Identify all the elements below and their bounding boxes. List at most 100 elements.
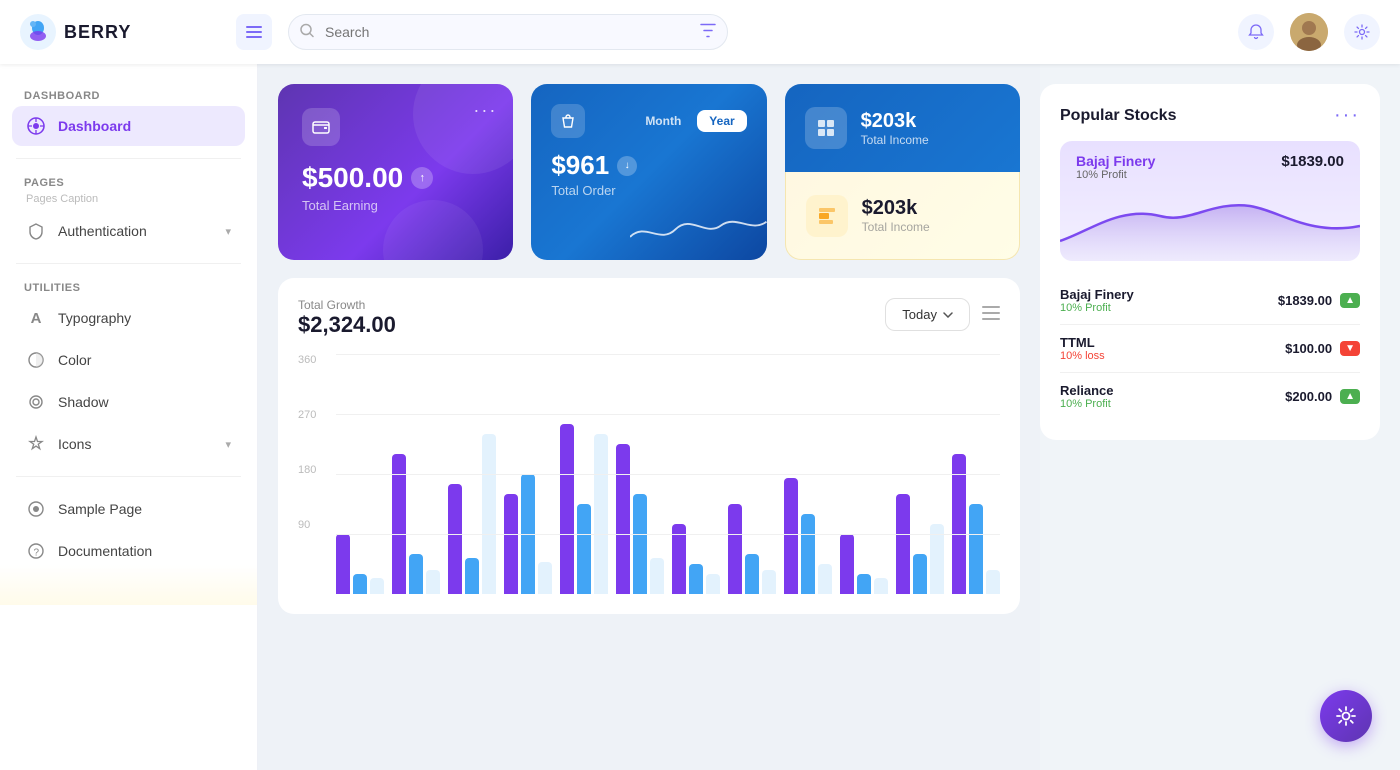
avatar[interactable] [1290,13,1328,51]
stocks-title: Popular Stocks [1060,107,1176,125]
top-cards-row: ··· $500.00 ↑ Total Earning [278,84,1020,260]
sidebar-item-sample-page[interactable]: Sample Page [12,489,245,529]
bar-light-2 [482,434,496,594]
bell-icon [1248,24,1264,40]
sidebar-item-shadow[interactable]: Shadow [12,382,245,422]
bar-light-10 [930,524,944,594]
typography-icon: A [26,308,46,328]
featured-stock-chart: Bajaj Finery 10% Profit $1839.00 [1060,141,1360,261]
stock-reliance-info: Reliance 10% Profit [1060,383,1113,410]
settings-button[interactable] [1344,14,1380,50]
sidebar-item-color[interactable]: Color [12,340,245,380]
bar-purple-5 [616,444,630,594]
sidebar-icons-label: Icons [58,436,91,452]
stocks-more-button[interactable]: ··· [1334,104,1360,127]
fab-settings[interactable] [1320,690,1372,742]
sidebar-sample-page-label: Sample Page [58,501,142,517]
order-wave-chart [630,199,766,260]
color-icon [26,350,46,370]
shadow-icon [26,392,46,412]
icons-chevron: ▾ [225,438,231,451]
sidebar-color-label: Color [58,352,91,368]
chart-y-axis: 360 270 180 90 [298,354,330,574]
card-more-button[interactable]: ··· [473,100,497,121]
bar-group-3 [504,354,552,594]
sidebar-item-icons[interactable]: Icons ▾ [12,424,245,464]
bar-blue-2 [465,558,479,594]
card-order-top: Month Year [551,104,746,138]
sample-page-icon [26,499,46,519]
bar-blue-9 [857,574,871,594]
bar-blue-8 [801,514,815,594]
dashboard-icon [26,116,46,136]
fab-gear-icon [1335,705,1357,727]
header: BERRY [0,0,1400,64]
bar-blue-1 [409,554,423,594]
bag-icon [559,112,577,130]
income-bottom-icon [806,195,848,237]
sidebar-item-dashboard-label: Dashboard [58,118,131,134]
down-arrow-icon: ↓ [617,156,637,176]
bar-light-1 [426,570,440,594]
stock-ttml-right: $100.00 ▼ [1285,341,1360,356]
wallet-icon [311,117,331,137]
bar-light-9 [874,578,888,594]
bar-blue-3 [521,474,535,594]
stock-item-reliance: Reliance 10% Profit $200.00 ▲ [1060,373,1360,420]
sidebar-bottom-fade [0,565,257,605]
logo-text: BERRY [64,22,131,43]
stocks-section: Popular Stocks ··· Bajaj Finery 10% Prof… [1040,84,1380,440]
bar-light-5 [650,558,664,594]
chart-section: Total Growth $2,324.00 Today [278,278,1020,614]
icons-icon [26,434,46,454]
today-button[interactable]: Today [885,298,970,331]
tag-icon [816,205,838,227]
content-wrapper: ··· $500.00 ↑ Total Earning [258,64,1400,770]
year-button[interactable]: Year [697,110,746,132]
bar-group-6 [672,354,720,594]
right-column: Popular Stocks ··· Bajaj Finery 10% Prof… [1040,64,1400,770]
sidebar-section-utilities: Utilities [12,276,245,298]
bar-group-4 [560,354,608,594]
search-input[interactable] [288,14,728,50]
bar-group-11 [952,354,1000,594]
bar-blue-4 [577,504,591,594]
bar-group-0 [336,354,384,594]
chevron-down-icon [943,312,953,318]
search-icon [300,24,314,41]
chart-title-wrap: Total Growth $2,324.00 [298,298,396,338]
sidebar-documentation-label: Documentation [58,543,152,559]
menu-button[interactable] [236,14,272,50]
chart-menu-button[interactable] [982,304,1000,325]
ttml-down-badge: ▼ [1340,341,1360,356]
body-wrap: Dashboard Dashboard Pages Pages Caption … [0,64,1400,770]
featured-stock-profit: 10% Profit [1076,169,1155,181]
filter-icon[interactable] [700,24,716,41]
sidebar-item-dashboard[interactable]: Dashboard [12,106,245,146]
stock-list: Bajaj Finery 10% Profit $1839.00 ▲ TTML … [1060,277,1360,420]
stock-item-ttml: TTML 10% loss $100.00 ▼ [1060,325,1360,373]
bar-group-8 [784,354,832,594]
sidebar-shadow-label: Shadow [58,394,109,410]
sidebar: Dashboard Dashboard Pages Pages Caption … [0,64,258,770]
stock-reliance-price: $200.00 [1285,389,1332,404]
income-top-amount: $203k [861,110,929,133]
bar-light-11 [986,570,1000,594]
sidebar-section-dashboard: Dashboard [12,84,245,106]
stock-reliance-name: Reliance [1060,383,1113,398]
notification-button[interactable] [1238,14,1274,50]
stock-item-bajaj: Bajaj Finery 10% Profit $1839.00 ▲ [1060,277,1360,325]
bar-purple-1 [392,454,406,594]
bar-blue-11 [969,504,983,594]
month-button[interactable]: Month [633,110,693,132]
income-top-icon [805,107,847,149]
sidebar-item-typography[interactable]: A Typography [12,298,245,338]
bar-purple-3 [504,494,518,594]
featured-stock-name: Bajaj Finery [1076,153,1155,169]
bar-blue-10 [913,554,927,594]
bar-purple-7 [728,504,742,594]
sidebar-item-authentication[interactable]: Authentication ▾ [12,211,245,251]
bar-purple-6 [672,524,686,594]
search-bar [288,14,728,50]
bar-purple-9 [840,534,854,594]
